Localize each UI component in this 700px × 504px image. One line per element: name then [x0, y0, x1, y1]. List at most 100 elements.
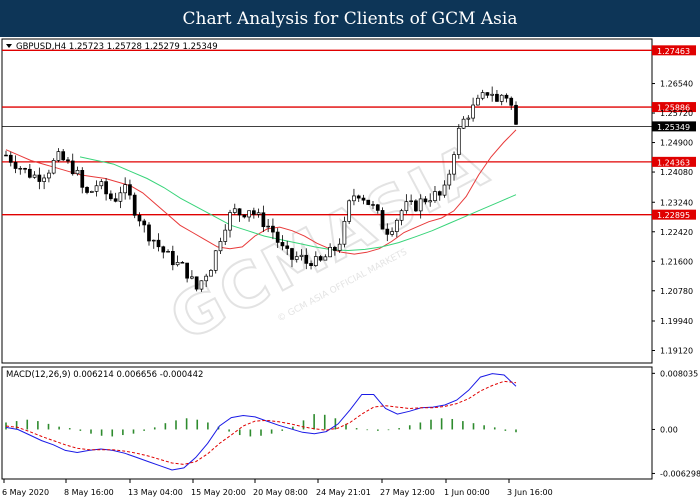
candle-body [447, 173, 452, 186]
time-tick-0: 6 May 2020 [2, 488, 49, 497]
macd-tick-2: -0.006298 [660, 469, 700, 478]
candle-body [147, 224, 151, 242]
candle-body [352, 195, 356, 202]
candle-body [328, 246, 332, 258]
candle-body [194, 276, 199, 290]
candle-body [471, 104, 475, 119]
candle-body [89, 191, 94, 193]
candle [209, 269, 213, 277]
time-tick-1: 8 May 16:00 [64, 488, 114, 497]
level-price-3: 1.22895 [657, 211, 690, 220]
candle-body [56, 151, 61, 161]
candle-body [137, 214, 142, 222]
time-tick-3: 15 May 20:00 [191, 488, 246, 497]
level-price-0: 1.27463 [657, 47, 690, 56]
candle-body [342, 220, 347, 245]
candle-body [371, 204, 375, 206]
candle-body [170, 250, 175, 266]
price-tick-6: 1.21600 [660, 257, 693, 266]
price-tick-3: 1.24080 [660, 168, 693, 177]
candle-body [394, 219, 399, 232]
candle [342, 216, 347, 248]
candle-body [256, 212, 261, 215]
candle-body [347, 200, 352, 222]
candle-body [85, 186, 89, 193]
candle-body [461, 118, 466, 129]
candle-body [385, 228, 390, 235]
candle-body [32, 174, 37, 178]
candle-body [418, 198, 423, 212]
candle-body [409, 200, 413, 203]
candle-body [318, 256, 323, 261]
candle-body [433, 191, 437, 201]
chart-banner: Chart Analysis for Clients of GCM Asia [0, 0, 700, 37]
candle-body [504, 94, 509, 99]
candle-body [252, 210, 256, 215]
candle-body [480, 92, 485, 99]
candle-body [166, 250, 170, 253]
candle-body [247, 210, 251, 218]
candle [194, 276, 199, 292]
price-tick-0: 1.26540 [660, 80, 693, 89]
candle-body [237, 208, 242, 216]
candle [213, 250, 218, 274]
candle-body [375, 204, 380, 211]
candle [514, 101, 518, 126]
price-tick-9: 1.19120 [660, 346, 693, 355]
candle-body [142, 220, 147, 226]
candle-body [261, 212, 266, 228]
candle-body [132, 194, 137, 216]
candle-body [304, 254, 309, 264]
price-tick-4: 1.23240 [660, 198, 693, 207]
candle [380, 207, 385, 230]
candle-body [266, 225, 270, 228]
macd-tick-0: 0.008035 [660, 369, 698, 378]
candle-body [466, 117, 471, 120]
candle-body [323, 256, 328, 261]
macd-tick-1: 0.00 [660, 425, 678, 434]
candle-body [209, 269, 213, 277]
candle-body [232, 208, 237, 213]
price-tick-1: 1.25720 [660, 109, 693, 118]
candle-body [456, 127, 461, 155]
candle-body [199, 280, 204, 290]
trading-chart: GCMASIA © GCM ASIA OFFICIAL MARKETS 1.27… [1, 38, 700, 497]
candle-body [485, 92, 490, 96]
price-pane-header: GBPUSD,H4 1.25723 1.25728 1.25279 1.2534… [16, 42, 218, 52]
candle-body [128, 184, 132, 196]
candle-body [399, 210, 404, 221]
candle-body [390, 231, 394, 235]
candle-body [190, 276, 194, 279]
candle-body [280, 242, 285, 247]
candle-body [218, 241, 223, 252]
candle-body [428, 200, 433, 203]
candle [132, 192, 137, 219]
candle [414, 199, 418, 212]
candle-body [175, 262, 180, 266]
candle-body [285, 245, 290, 249]
candle-body [442, 184, 447, 196]
candle-body [514, 104, 518, 125]
candle-body [109, 193, 113, 200]
candle-body [118, 192, 123, 202]
candle-body [66, 159, 70, 162]
candle-body [309, 263, 313, 266]
candle [456, 124, 461, 159]
time-tick-2: 13 May 04:00 [128, 488, 183, 497]
candle-body [4, 154, 8, 157]
candle-body [414, 200, 418, 212]
time-tick-4: 20 May 08:00 [253, 488, 308, 497]
candle-body [228, 212, 232, 231]
candle-body [51, 160, 56, 174]
candle-body [361, 197, 366, 201]
candle-body [366, 199, 371, 205]
candle-body [495, 93, 499, 102]
candle-body [437, 191, 442, 196]
candle-body [476, 97, 480, 106]
price-tick-8: 1.19940 [660, 317, 693, 326]
level-price-2: 1.24363 [657, 158, 690, 167]
chart-area: GCMASIA © GCM ASIA OFFICIAL MARKETS 1.27… [0, 37, 700, 500]
candle-body [151, 239, 156, 242]
candle-body [452, 154, 456, 175]
candle-body [61, 151, 66, 161]
